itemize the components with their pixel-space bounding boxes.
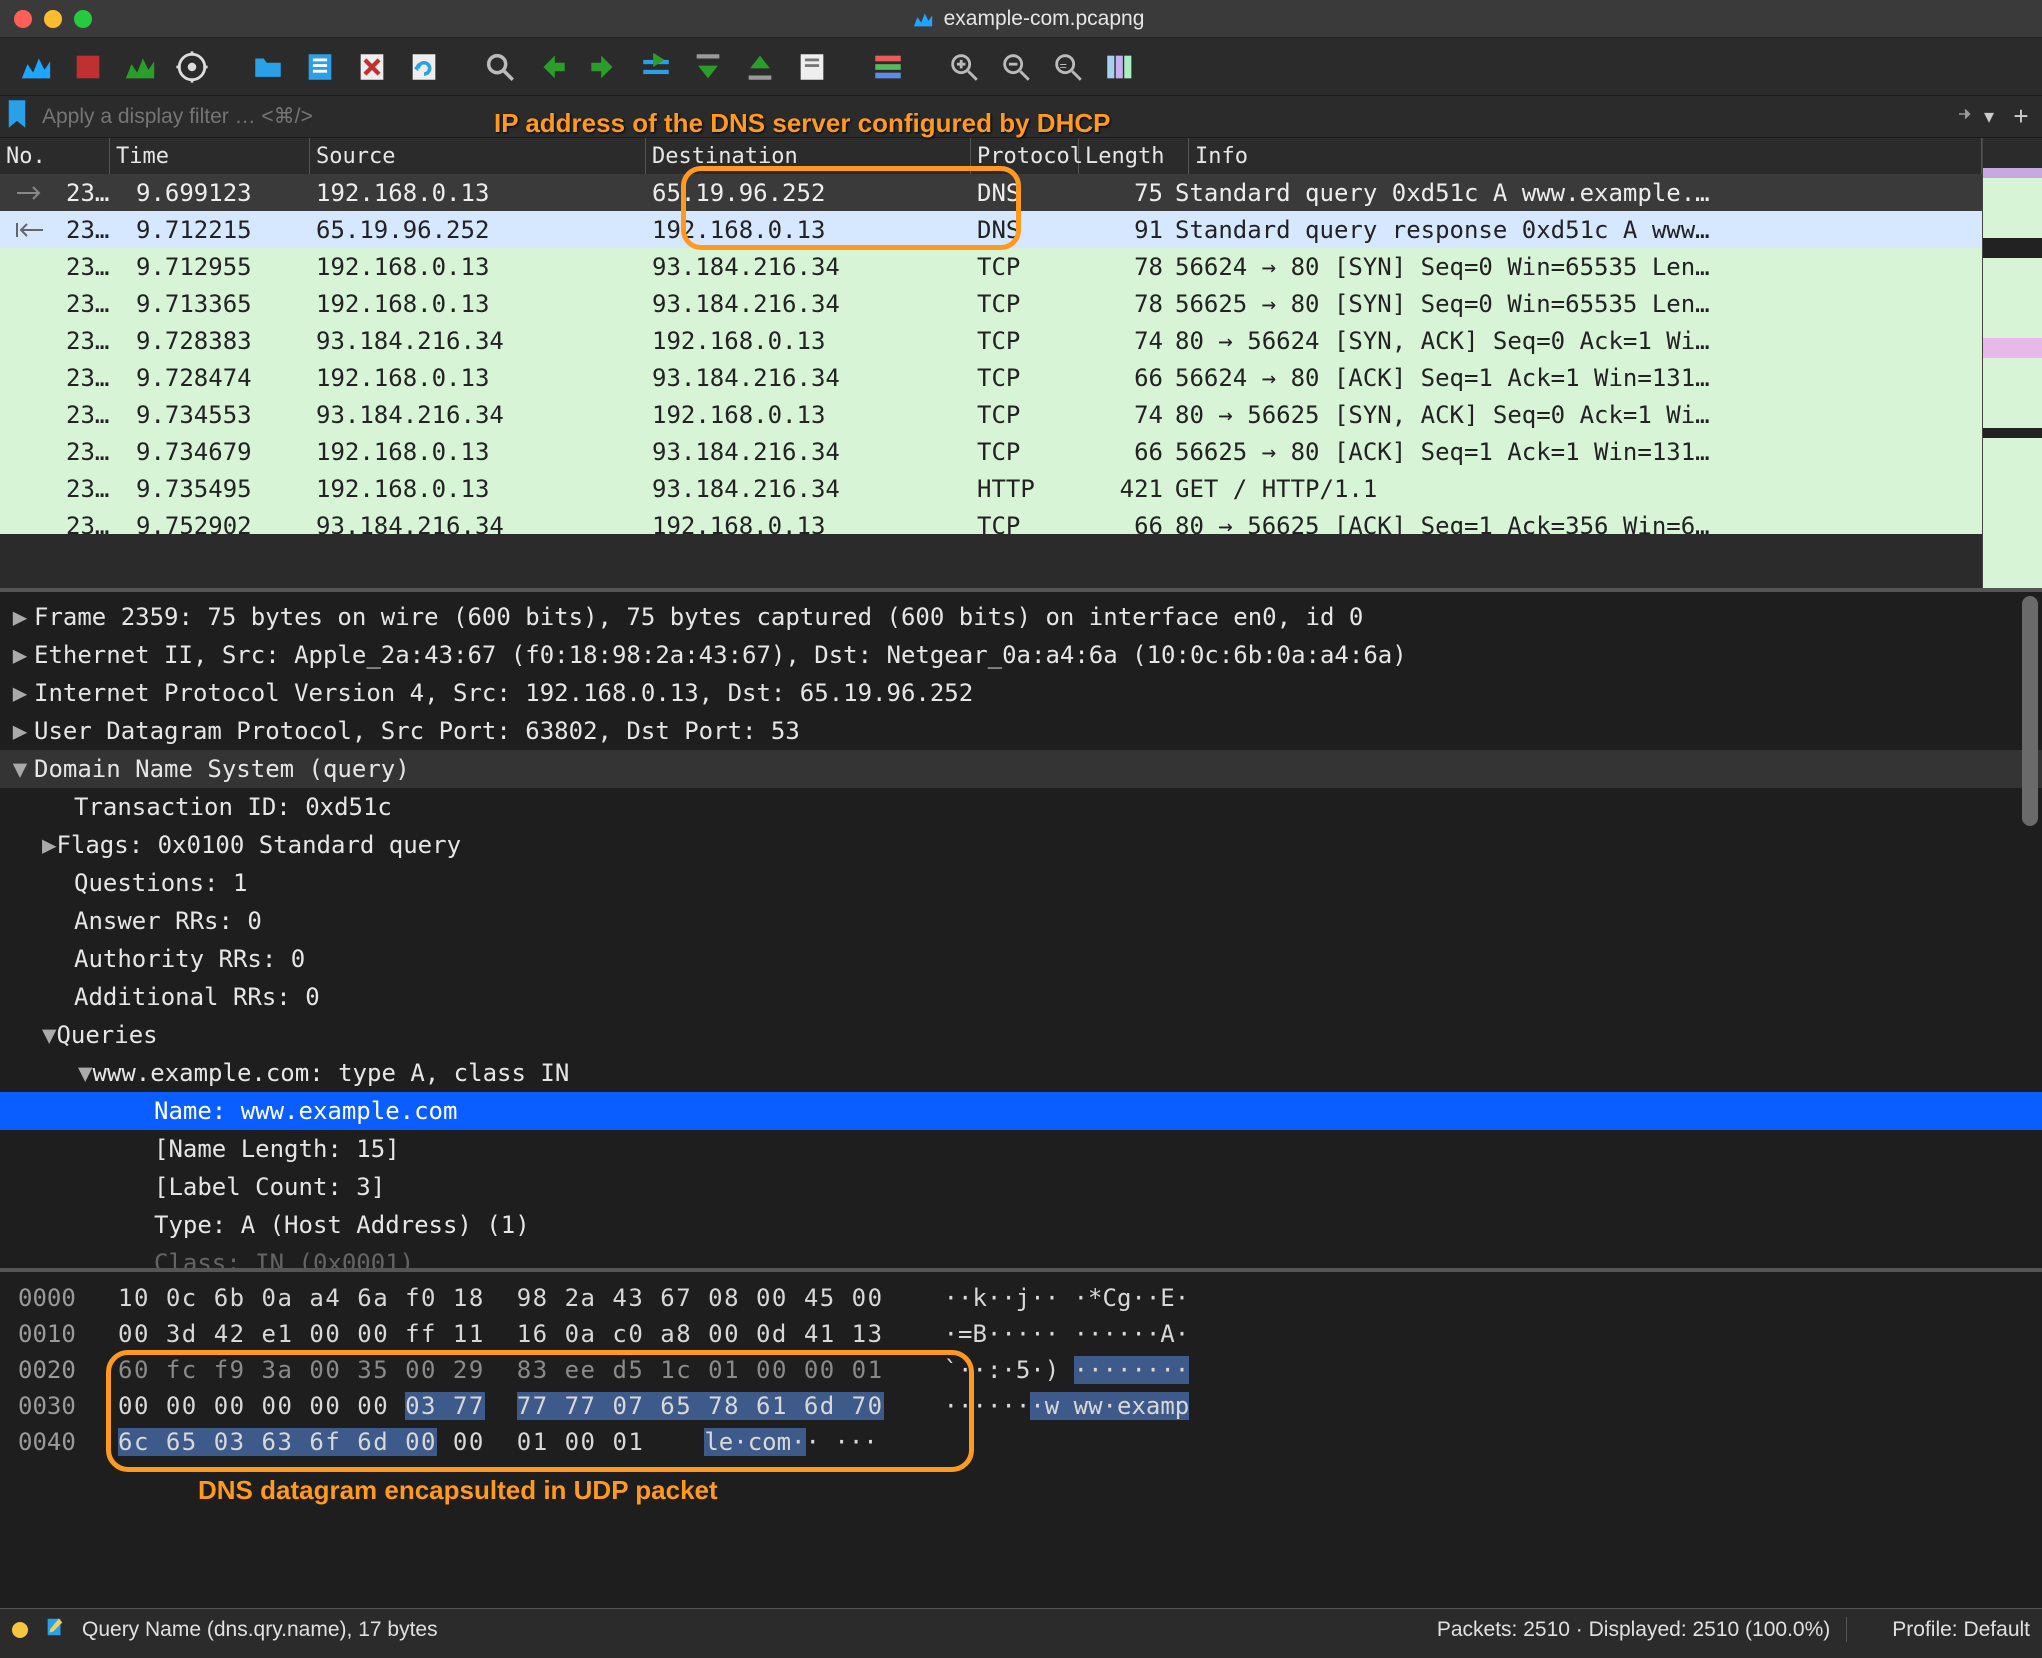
packet-list-header[interactable]: No. Time Source Destination Protocol Len…	[0, 138, 1982, 174]
detail-frame[interactable]: Frame 2359: 75 bytes on wire (600 bits),…	[34, 598, 1363, 636]
detail-queries[interactable]: Queries	[56, 1016, 157, 1054]
col-info: Info	[1189, 138, 1982, 174]
filter-bookmark-icon[interactable]	[6, 100, 28, 134]
hex-row[interactable]: 000010 0c 6b 0a a4 6a f0 18 98 2a 43 67 …	[18, 1280, 2032, 1316]
stop-capture-button[interactable]	[64, 43, 112, 91]
col-destination: Destination	[646, 138, 971, 174]
details-scrollbar[interactable]	[2020, 596, 2040, 1264]
capture-options-button[interactable]	[168, 43, 216, 91]
detail-flags[interactable]: Flags: 0x0100 Standard query	[56, 826, 461, 864]
packet-row[interactable]: 23…9.72838393.184.216.34192.168.0.13TCP7…	[0, 322, 1982, 359]
detail-eth[interactable]: Ethernet II, Src: Apple_2a:43:67 (f0:18:…	[34, 636, 1407, 674]
detail-additional[interactable]: Additional RRs: 0	[34, 978, 320, 1016]
packet-row[interactable]: 23…9.728474192.168.0.1393.184.216.34TCP6…	[0, 359, 1982, 396]
detail-answer[interactable]: Answer RRs: 0	[34, 902, 262, 940]
detail-type[interactable]: Type: A (Host Address) (1)	[34, 1206, 530, 1244]
hex-row[interactable]: 003000 00 00 00 00 00 03 77 77 77 07 65 …	[18, 1388, 2032, 1424]
go-first-packet-button[interactable]	[684, 43, 732, 91]
detail-ip[interactable]: Internet Protocol Version 4, Src: 192.16…	[34, 674, 973, 712]
window-titlebar: example-com.pcapng	[0, 0, 2042, 38]
add-filter-button[interactable]: +	[2006, 101, 2036, 132]
zoom-out-button[interactable]	[992, 43, 1040, 91]
detail-authority[interactable]: Authority RRs: 0	[34, 940, 305, 978]
go-back-button[interactable]	[528, 43, 576, 91]
go-forward-button[interactable]	[580, 43, 628, 91]
col-time: Time	[110, 138, 310, 174]
expert-info-icon[interactable]	[12, 1622, 28, 1638]
detail-class[interactable]: Class: IN (0x0001)	[34, 1244, 414, 1268]
packet-minimap[interactable]	[1982, 138, 2042, 588]
hex-row[interactable]: 00406c 65 03 63 6f 6d 00 00 01 00 01le·c…	[18, 1424, 2032, 1460]
window-title: example-com.pcapng	[944, 7, 1145, 31]
packet-row[interactable]: 23…9.735495192.168.0.1393.184.216.34HTTP…	[0, 470, 1982, 507]
minimize-window-button[interactable]	[44, 10, 62, 28]
status-field: Query Name (dns.qry.name), 17 bytes	[82, 1618, 438, 1642]
wireshark-icon	[912, 8, 934, 30]
status-profile[interactable]: Profile: Default	[1892, 1618, 2030, 1642]
packet-list[interactable]: 23…9.699123192.168.0.1365.19.96.252DNS75…	[0, 174, 1982, 534]
go-to-packet-button[interactable]	[632, 43, 680, 91]
display-filter-bar: ▾ +	[0, 96, 2042, 138]
detail-name[interactable]: Name: www.example.com	[34, 1092, 457, 1130]
find-packet-button[interactable]	[476, 43, 524, 91]
detail-dns[interactable]: Domain Name System (query)	[34, 750, 410, 788]
col-protocol: Protocol	[971, 138, 1079, 174]
detail-udp[interactable]: User Datagram Protocol, Src Port: 63802,…	[34, 712, 800, 750]
close-file-button[interactable]	[348, 43, 396, 91]
packet-details-pane[interactable]: ▶Frame 2359: 75 bytes on wire (600 bits)…	[0, 588, 2042, 1268]
packet-bytes-pane[interactable]: DNS datagram encapsulted in UDP packet 0…	[0, 1268, 2042, 1608]
hex-row[interactable]: 001000 3d 42 e1 00 00 ff 11 16 0a c0 a8 …	[18, 1316, 2032, 1352]
annotation-label-hex: DNS datagram encapsulted in UDP packet	[198, 1472, 718, 1508]
status-packets: Packets: 2510 · Displayed: 2510 (100.0%)	[1437, 1618, 1830, 1642]
open-file-button[interactable]	[244, 43, 292, 91]
col-no: No.	[0, 138, 110, 174]
filter-apply-icon[interactable]	[1956, 105, 1974, 129]
start-capture-button[interactable]	[12, 43, 60, 91]
packet-row[interactable]: 23…9.71221565.19.96.252192.168.0.13DNS91…	[0, 211, 1982, 248]
detail-txid[interactable]: Transaction ID: 0xd51c	[34, 788, 392, 826]
auto-scroll-button[interactable]	[788, 43, 836, 91]
reload-file-button[interactable]	[400, 43, 448, 91]
notepad-icon[interactable]	[44, 1616, 66, 1644]
save-file-button[interactable]	[296, 43, 344, 91]
go-last-packet-button[interactable]	[736, 43, 784, 91]
close-window-button[interactable]	[14, 10, 32, 28]
packet-row[interactable]: 23…9.75290293.184.216.34192.168.0.13TCP6…	[0, 507, 1982, 534]
packet-row[interactable]: 23…9.734679192.168.0.1393.184.216.34TCP6…	[0, 433, 1982, 470]
packet-row[interactable]: 23…9.712955192.168.0.1393.184.216.34TCP7…	[0, 248, 1982, 285]
detail-queryline[interactable]: www.example.com: type A, class IN	[92, 1054, 569, 1092]
restart-capture-button[interactable]	[116, 43, 164, 91]
packet-row[interactable]: 23…9.73455393.184.216.34192.168.0.13TCP7…	[0, 396, 1982, 433]
hex-row[interactable]: 002060 fc f9 3a 00 35 00 29 83 ee d5 1c …	[18, 1352, 2032, 1388]
detail-questions[interactable]: Questions: 1	[34, 864, 247, 902]
svg-text:=: =	[1060, 57, 1067, 72]
resize-columns-button[interactable]	[1096, 43, 1144, 91]
col-length: Length	[1079, 138, 1189, 174]
colorize-button[interactable]	[864, 43, 912, 91]
detail-labelcount[interactable]: [Label Count: 3]	[34, 1168, 385, 1206]
status-bar: Query Name (dns.qry.name), 17 bytes Pack…	[0, 1608, 2042, 1650]
filter-dropdown-icon[interactable]: ▾	[1984, 104, 1994, 129]
display-filter-input[interactable]	[34, 101, 1950, 133]
packet-row[interactable]: 23…9.713365192.168.0.1393.184.216.34TCP7…	[0, 285, 1982, 322]
detail-namelen[interactable]: [Name Length: 15]	[34, 1130, 400, 1168]
maximize-window-button[interactable]	[74, 10, 92, 28]
packet-row[interactable]: 23…9.699123192.168.0.1365.19.96.252DNS75…	[0, 174, 1982, 211]
zoom-in-button[interactable]	[940, 43, 988, 91]
zoom-reset-button[interactable]: =	[1044, 43, 1092, 91]
col-source: Source	[310, 138, 646, 174]
main-toolbar: =	[0, 38, 2042, 96]
